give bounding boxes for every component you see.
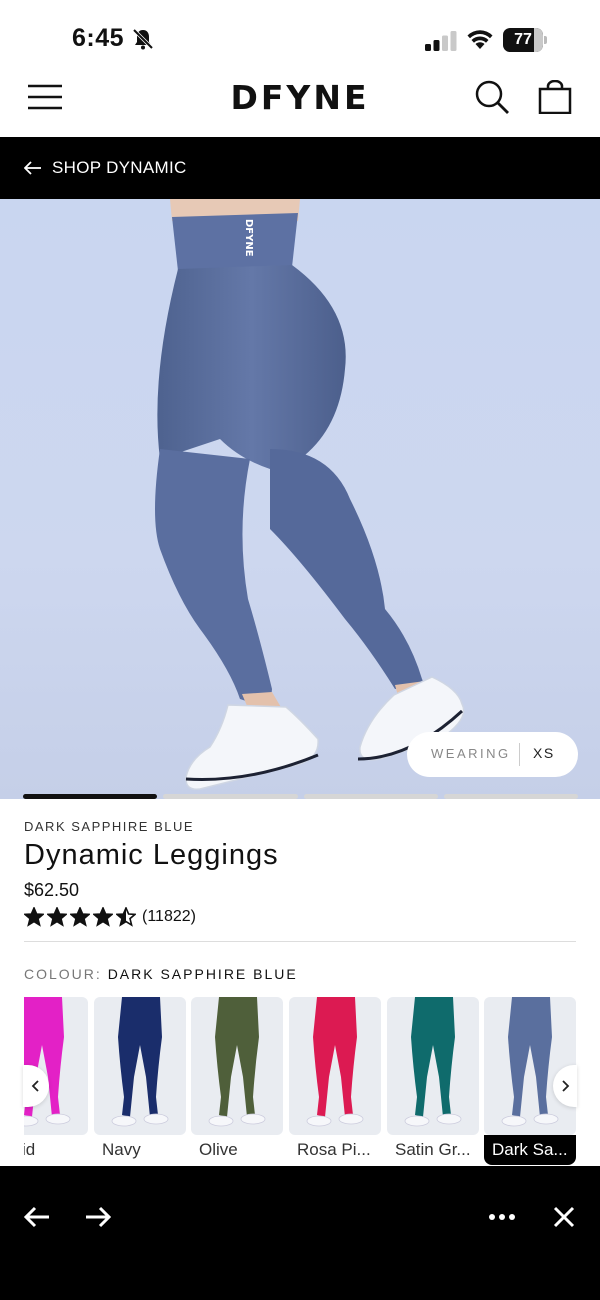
browser-toolbar	[0, 1166, 600, 1300]
swatch-label: Satin Gr...	[395, 1140, 471, 1159]
shopping-bag-icon[interactable]	[538, 80, 572, 114]
swatch-image	[94, 997, 186, 1135]
shop-dynamic-link[interactable]: SHOP DYNAMIC	[0, 137, 600, 199]
arrow-right-icon[interactable]	[85, 1206, 111, 1228]
status-time: 6:45	[72, 24, 125, 52]
dfyne-logo[interactable]: DFYNE	[222, 80, 378, 112]
swatch-label: Rosa Pi...	[297, 1140, 371, 1159]
review-count: (11822)	[142, 908, 196, 925]
colour-label: COLOUR:	[24, 966, 102, 982]
carousel-indicator[interactable]	[23, 794, 158, 799]
swatch-label: Dark Sa...	[492, 1140, 568, 1159]
swatch-image	[289, 997, 381, 1135]
colour-swatch[interactable]: Satin Gr...	[387, 997, 479, 1165]
more-dots-icon[interactable]	[488, 1213, 516, 1221]
search-icon[interactable]	[475, 80, 509, 114]
wearing-label: WEARING	[431, 746, 511, 761]
colour-swatch[interactable]: Rosa Pi...	[289, 997, 381, 1165]
site-header: DFYNE	[0, 80, 600, 137]
star-filled-icon	[70, 907, 90, 927]
leggings-illustration: DFYNE	[155, 199, 465, 790]
product-colour-name: DARK SAPPHIRE BLUE	[24, 819, 195, 834]
colour-swatch[interactable]: Olive	[191, 997, 283, 1165]
product-image[interactable]: DFYNE	[0, 199, 600, 799]
colour-selector-label: COLOUR: DARK SAPPHIRE BLUE	[24, 966, 298, 982]
image-carousel-indicators	[23, 794, 578, 799]
battery-level: 77	[514, 31, 532, 48]
wearing-size-badge: WEARING XS	[407, 732, 578, 777]
star-filled-icon	[47, 907, 67, 927]
product-rating[interactable]: (11822)	[24, 907, 196, 927]
bell-slash-icon	[132, 28, 154, 50]
colour-swatch[interactable]: Navy	[94, 997, 186, 1165]
wearing-size: XS	[533, 745, 555, 761]
product-title: Dynamic Leggings	[24, 839, 279, 871]
carousel-indicator[interactable]	[163, 794, 298, 799]
product-price: $62.50	[24, 880, 80, 900]
section-divider	[24, 941, 576, 942]
shop-bar-label: SHOP DYNAMIC	[52, 158, 187, 177]
close-icon[interactable]	[553, 1206, 575, 1228]
carousel-indicator[interactable]	[303, 794, 438, 799]
svg-text:DFYNE: DFYNE	[231, 80, 370, 112]
star-filled-icon	[24, 907, 44, 927]
colour-swatch-carousel: chid Navy Olive Rosa Pi... Satin Gr... Dark S…	[24, 997, 576, 1165]
colour-value: DARK SAPPHIRE BLUE	[107, 966, 298, 982]
chevron-right-icon	[562, 1080, 570, 1092]
carousel-indicator[interactable]	[443, 794, 578, 799]
swatch-image	[387, 997, 479, 1135]
wifi-icon	[467, 30, 493, 49]
cellular-signal-icon	[425, 31, 457, 51]
chevron-left-icon	[31, 1080, 39, 1092]
wearing-divider	[519, 743, 520, 766]
arrow-left-icon[interactable]	[24, 1206, 50, 1228]
swatch-image	[484, 997, 576, 1135]
swatch-label: chid	[24, 1140, 36, 1159]
waistband-logo: DFYNE	[243, 219, 254, 257]
swatch-image	[191, 997, 283, 1135]
status-bar: 6:45 77	[0, 0, 600, 80]
arrow-left-icon	[24, 161, 41, 175]
hamburger-menu-icon[interactable]	[28, 84, 62, 110]
star-half-icon	[116, 907, 136, 927]
swatch-label: Navy	[102, 1140, 141, 1159]
battery-icon: 77	[503, 28, 547, 52]
swatch-label: Olive	[199, 1140, 238, 1159]
star-filled-icon	[93, 907, 113, 927]
